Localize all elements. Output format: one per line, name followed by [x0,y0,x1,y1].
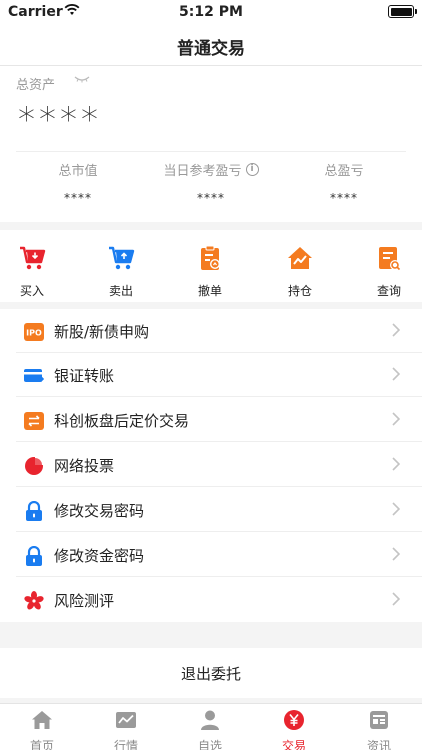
chevron-right-icon [392,412,400,426]
total-assets-value: **** [18,100,102,140]
pie-icon [25,456,44,475]
tab-trade[interactable]: 交易 [252,709,336,750]
logout-button[interactable]: 退出委托 [0,648,422,698]
stat-daily-pnl: 当日参考盈亏 i **** [141,160,281,205]
lock-icon [26,501,42,521]
assets-card: 总资产 **** 总市值 **** 当日参考盈亏 i **** 总盈亏 **** [0,66,422,222]
person-icon [201,710,219,730]
page-title: 普通交易 [177,39,245,59]
search-doc-icon [379,247,401,271]
home-icon [32,711,52,729]
clipboard-icon [201,245,220,270]
menu-item-change-trade-password[interactable]: 修改交易密码 [0,488,422,532]
total-assets-label: 总资产 [16,78,56,93]
cart-out-icon [109,246,135,270]
card-transfer-icon [24,369,44,383]
cart-in-icon [20,246,46,270]
quick-actions: 买入 卖出 撤单 持仓 查询 [0,230,422,302]
tab-market[interactable]: 行情 [84,709,168,750]
chevron-right-icon [392,323,400,337]
menu-item-bank-transfer[interactable]: 银证转账 [0,353,422,397]
chevron-right-icon [392,547,400,561]
action-buy[interactable]: 买入 [2,244,62,299]
house-chart-icon [288,247,312,269]
tab-news[interactable]: 资讯 [337,709,421,750]
svg-text:IPO: IPO [26,329,42,338]
status-bar: Carrier 5:12 PM [0,0,422,24]
logout-label: 退出委托 [180,665,241,683]
chevron-right-icon [392,592,400,606]
chevron-right-icon [392,367,400,381]
stat-market-value: 总市值 **** [58,164,98,205]
action-holdings[interactable]: 持仓 [270,244,330,299]
tab-home[interactable]: 首页 [0,709,84,750]
tab-bar: 首页 行情 自选 交易 资讯 [0,703,422,750]
eye-closed-icon[interactable] [74,75,90,83]
flower-icon [24,591,44,610]
divider [16,151,406,152]
yen-icon [284,710,304,730]
action-query[interactable]: 查询 [359,244,419,299]
menu-item-online-voting[interactable]: 网络投票 [0,443,422,487]
lock-icon [26,546,42,566]
battery-icon [388,5,417,18]
menu-item-change-fund-password[interactable]: 修改资金密码 [0,533,422,577]
tab-watchlist[interactable]: 自选 [168,709,252,750]
news-icon [370,711,388,729]
menu-item-star-market-after-hours[interactable]: 科创板盘后定价交易 [0,398,422,442]
action-sell[interactable]: 卖出 [91,244,151,299]
nav-bar: 普通交易 [0,24,422,66]
menu-list: IPO 新股/新债申购 银证转账 科创板盘后定价交易 网络投票 修改交易密码 修… [0,309,422,622]
clock: 5:12 PM [179,4,243,20]
menu-item-ipo-subscription[interactable]: IPO 新股/新债申购 [0,309,422,353]
exchange-icon [24,412,44,430]
chart-icon [116,712,136,728]
stat-total-pnl: 总盈亏 **** [324,164,364,205]
menu-item-risk-assessment[interactable]: 风险测评 [0,578,422,622]
chevron-right-icon [392,502,400,516]
ipo-icon: IPO [24,323,44,341]
info-icon[interactable]: i [245,163,259,176]
chevron-right-icon [392,457,400,471]
action-cancel-order[interactable]: 撤单 [180,244,240,299]
